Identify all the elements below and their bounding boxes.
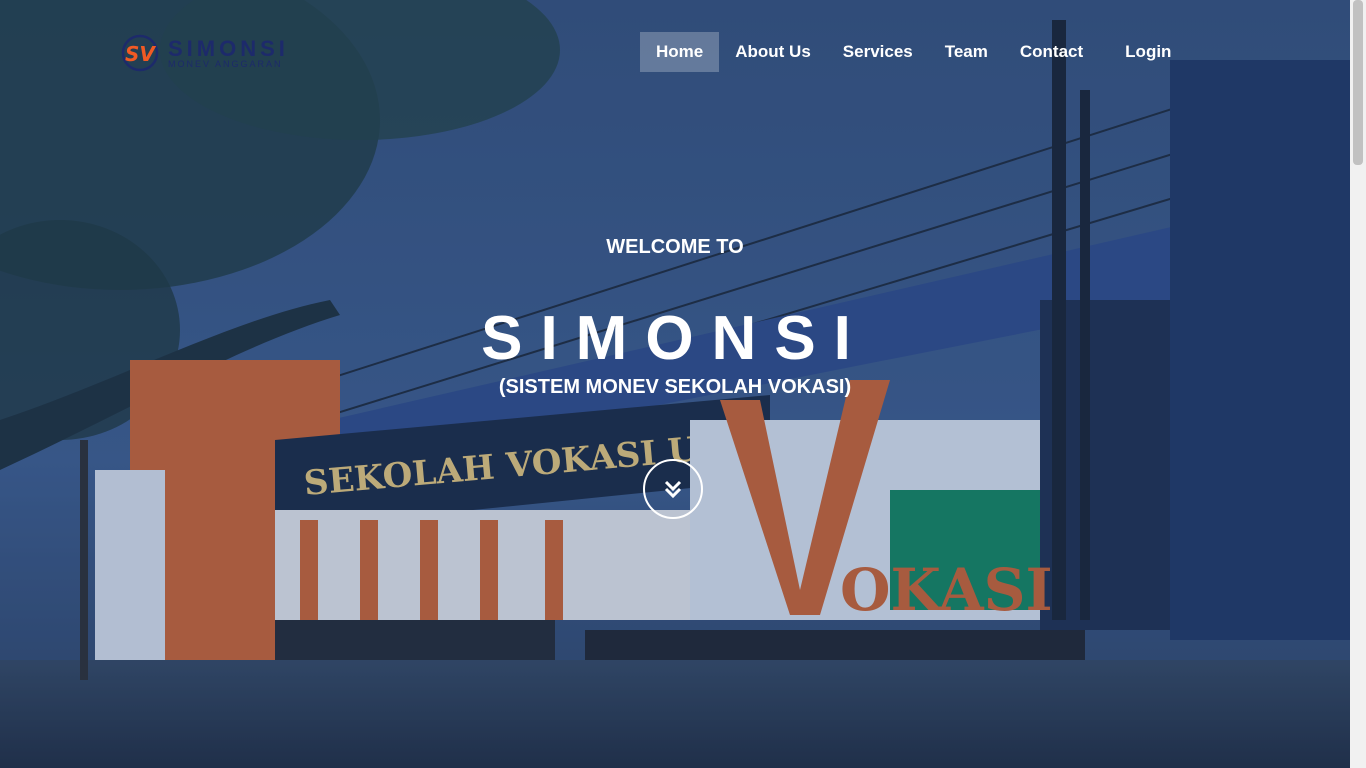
nav-services[interactable]: Services bbox=[827, 32, 929, 72]
top-navbar: SV SIMONSI MONEV ANGGARAN Home About Us … bbox=[0, 0, 1350, 100]
hero-subtitle: (SISTEM MONEV SEKOLAH VOKASI) bbox=[498, 376, 852, 398]
scrollbar-thumb[interactable] bbox=[1353, 0, 1363, 165]
nav-contact[interactable]: Contact bbox=[1004, 32, 1099, 72]
brand-tagline: MONEV ANGGARAN bbox=[168, 59, 283, 69]
double-chevron-down-icon bbox=[664, 480, 682, 499]
brand-logo[interactable]: SV SIMONSI MONEV ANGGARAN bbox=[120, 30, 290, 74]
svg-text:SV: SV bbox=[125, 42, 156, 66]
scroll-down-button[interactable] bbox=[643, 459, 703, 519]
nav-login[interactable]: Login bbox=[1109, 32, 1187, 72]
nav-team[interactable]: Team bbox=[929, 32, 1004, 72]
logo-mark-icon: SV bbox=[121, 34, 159, 72]
hero-title: SIMONSI bbox=[481, 304, 869, 373]
page-scrollbar[interactable] bbox=[1350, 0, 1366, 768]
nav-home[interactable]: Home bbox=[640, 32, 720, 72]
main-menu: Home About Us Services Team Contact Logi… bbox=[640, 32, 1187, 72]
nav-about-us[interactable]: About Us bbox=[719, 32, 827, 72]
hero-welcome: WELCOME TO bbox=[606, 236, 744, 258]
